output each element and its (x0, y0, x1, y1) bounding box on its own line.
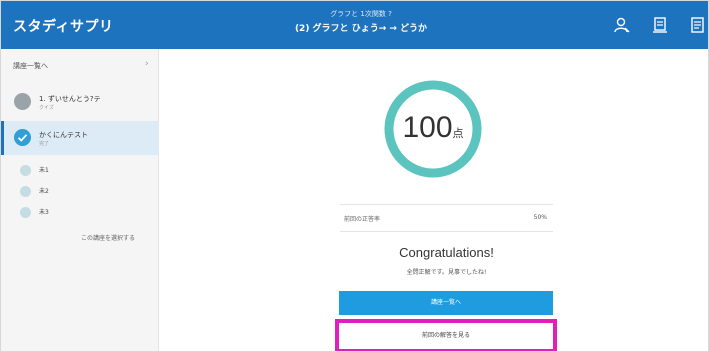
sidebar-item-label: 1. ずいせんとう?テ (39, 95, 101, 103)
congrats-title: Congratulations! (399, 245, 494, 260)
sidebar-item-lesson[interactable]: 1. ずいせんとう?テ クイズ (1, 85, 159, 119)
previous-rate-value: 50% (533, 214, 547, 221)
lesson-title: (2) グラフと ひょう→ → どうか (294, 24, 428, 34)
congrats-message: 全問正解です。見事でしたね! (406, 269, 487, 276)
chevron-right-icon[interactable]: › (145, 59, 149, 69)
person-search-icon[interactable] (613, 16, 631, 34)
sidebar-dot-label: 未1 (39, 167, 49, 174)
sidebar-dot-label: 未2 (39, 188, 49, 195)
select-lesson-link[interactable]: この講座を選択する (81, 233, 135, 242)
app-window: スタディサプリ グラフと 1次関数 ? (2) グラフと ひょう→ → どうか … (0, 0, 709, 352)
sidebar-dot-item[interactable]: 未1 (1, 161, 159, 179)
result-panel: 100点 前回の正答率 50% Congratulations! 全問正解です。… (159, 49, 708, 351)
sidebar-dot-item[interactable]: 未2 (1, 182, 159, 200)
previous-rate-label: 前回の正答率 (344, 216, 381, 223)
lesson-subtitle: グラフと 1次関数 ? (330, 10, 392, 18)
dot-icon (20, 207, 31, 218)
score-value: 100 (402, 111, 453, 144)
sidebar-item-meta: 完了 (39, 141, 50, 147)
review-answers-button[interactable]: 前回の解答を見る (335, 319, 557, 351)
pending-status-icon (14, 93, 31, 110)
app-header: スタディサプリ グラフと 1次関数 ? (2) グラフと ひょう→ → どうか (1, 1, 708, 49)
dot-icon (20, 165, 31, 176)
sidebar-dot-label: 未3 (39, 209, 49, 216)
back-to-lessons-link[interactable]: 講座一覧へ (13, 61, 48, 71)
sidebar-dot-item[interactable]: 未3 (1, 203, 159, 221)
sidebar-item-meta: クイズ (39, 105, 54, 111)
check-circle-icon (14, 129, 31, 146)
back-to-lessons-button[interactable]: 講座一覧へ (339, 291, 553, 315)
score-unit: 点 (452, 128, 464, 140)
dot-icon (20, 186, 31, 197)
sidebar-item-check-test[interactable]: かくにんテスト 完了 (1, 121, 159, 155)
score-display: 100点 (383, 111, 483, 145)
lesson-header: グラフと 1次関数 ? (2) グラフと ひょう→ → どうか (281, 9, 441, 34)
lesson-sidebar: 講座一覧へ › 1. ずいせんとう?テ クイズ かくにんテスト 完了 未1 未2… (1, 49, 159, 351)
document-icon[interactable] (689, 16, 707, 34)
sidebar-item-label: かくにんテスト (39, 131, 88, 139)
notebook-icon[interactable] (651, 16, 669, 34)
app-logo[interactable]: スタディサプリ (13, 16, 114, 36)
previous-rate-row: 前回の正答率 50% (340, 204, 553, 232)
